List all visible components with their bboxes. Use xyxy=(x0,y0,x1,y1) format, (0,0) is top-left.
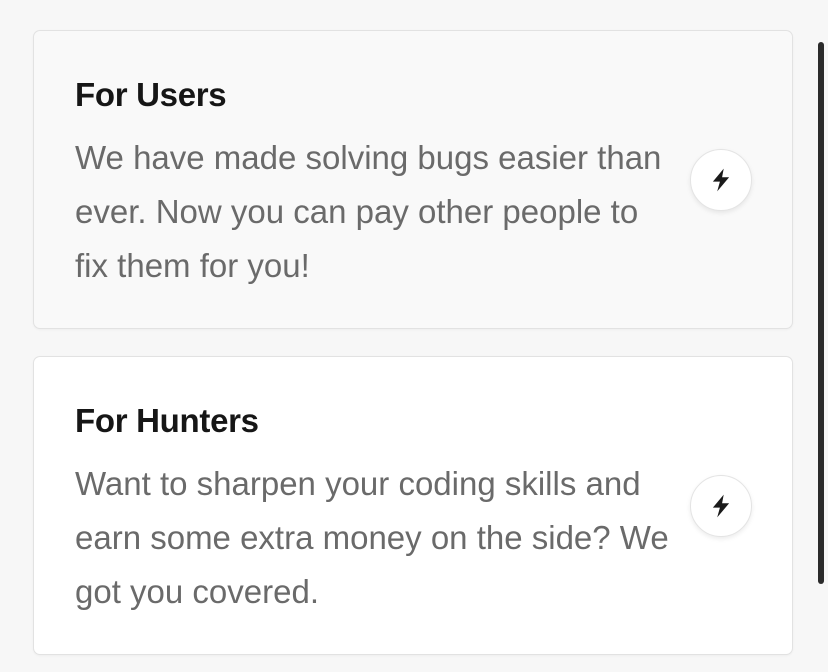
scrollbar[interactable] xyxy=(818,42,824,584)
hunters-action-button[interactable] xyxy=(690,475,752,537)
users-card: For Users We have made solving bugs easi… xyxy=(33,30,793,329)
card-title: For Users xyxy=(75,76,227,113)
users-action-button[interactable] xyxy=(690,149,752,211)
card-description: We have made solving bugs easier than ev… xyxy=(75,139,662,284)
hunters-card: For Hunters Want to sharpen your coding … xyxy=(33,356,793,655)
lightning-bolt-icon xyxy=(708,493,734,519)
card-description: Want to sharpen your coding skills and e… xyxy=(75,465,669,610)
card-title: For Hunters xyxy=(75,402,259,439)
lightning-bolt-icon xyxy=(708,167,734,193)
